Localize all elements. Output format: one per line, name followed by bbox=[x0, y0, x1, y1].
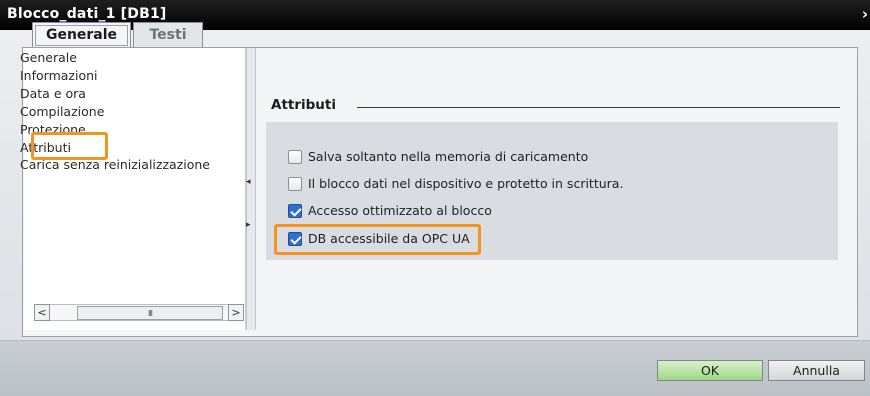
tab-generale[interactable]: Generale bbox=[32, 22, 131, 47]
checkbox-label: Salva soltanto nella memoria di caricame… bbox=[308, 149, 589, 164]
nav-item-generale[interactable]: Generale bbox=[20, 50, 77, 65]
ok-button[interactable]: OK bbox=[657, 360, 763, 381]
section-divider bbox=[357, 107, 840, 108]
highlight-opc-ua bbox=[274, 224, 481, 255]
scroll-left-button[interactable]: < bbox=[34, 304, 50, 321]
section-title: Attributi bbox=[271, 97, 336, 113]
attribute-row-protetto-scrittura[interactable]: Il blocco dati nel dispositivo e protett… bbox=[288, 176, 623, 191]
close-icon[interactable]: › bbox=[862, 5, 868, 23]
tab-testi[interactable]: Testi bbox=[133, 22, 203, 47]
nav-item-data-e-ora[interactable]: Data e ora bbox=[20, 86, 86, 101]
nav-item-compilazione[interactable]: Compilazione bbox=[20, 104, 104, 119]
cancel-button[interactable]: Annulla bbox=[768, 360, 865, 381]
checkbox-accesso-ottimizzato[interactable] bbox=[288, 203, 302, 218]
panel-splitter[interactable]: ◂ ▸ bbox=[246, 48, 256, 330]
attribute-row-salva-memoria[interactable]: Salva soltanto nella memoria di caricame… bbox=[288, 149, 588, 164]
dialog-window: Blocco_dati_1 [DB1] › Generale Testi Gen… bbox=[0, 0, 870, 396]
checkbox-salva-memoria[interactable] bbox=[288, 149, 302, 164]
nav-horizontal-scrollbar[interactable]: < III > bbox=[34, 304, 244, 321]
window-title: Blocco_dati_1 [DB1] bbox=[7, 6, 167, 22]
nav-item-informazioni[interactable]: Informazioni bbox=[20, 68, 98, 83]
checkbox-protetto-scrittura[interactable] bbox=[288, 176, 302, 191]
highlight-attributi bbox=[31, 132, 108, 160]
scroll-track[interactable]: III bbox=[50, 304, 228, 321]
scroll-thumb[interactable]: III bbox=[77, 306, 223, 320]
attribute-row-accesso-ottimizzato[interactable]: Accesso ottimizzato al blocco bbox=[288, 203, 492, 218]
scroll-right-button[interactable]: > bbox=[228, 304, 244, 321]
collapse-left-icon[interactable]: ◂ bbox=[246, 177, 251, 187]
checkbox-label: Il blocco dati nel dispositivo e protett… bbox=[308, 176, 624, 191]
expand-right-icon[interactable]: ▸ bbox=[246, 220, 251, 230]
tab-testi-label: Testi bbox=[149, 27, 187, 43]
checkbox-label: Accesso ottimizzato al blocco bbox=[308, 203, 492, 218]
tab-generale-label: Generale bbox=[34, 24, 129, 46]
